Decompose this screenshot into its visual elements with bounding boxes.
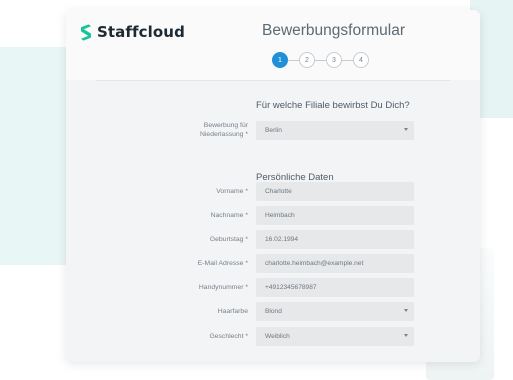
gender-label: Geschlecht * [209, 333, 248, 340]
gender-value: Weiblich [265, 333, 290, 340]
brand-logo: Staffcloud [80, 23, 185, 41]
step-1[interactable]: 1 [272, 52, 288, 68]
mobile-row: Handynummer * +4912345678987 [66, 278, 480, 297]
hair-color-row: Haarfarbe Blond [66, 302, 480, 321]
step-3[interactable]: 3 [326, 52, 342, 68]
email-row: E-Mail Adresse * charlotte.heimbach@exam… [66, 254, 480, 273]
form-title: Bewerbungsformular [262, 22, 406, 39]
brand-name: Staffcloud [97, 23, 185, 41]
birthday-label: Geburtstag * [209, 236, 248, 243]
email-label: E-Mail Adresse * [197, 260, 248, 267]
step-connector [315, 59, 326, 61]
mobile-input[interactable]: +4912345678987 [256, 278, 414, 297]
email-input[interactable]: charlotte.heimbach@example.net [256, 254, 414, 273]
first-name-row: Vorname * Charlotte [66, 182, 480, 201]
gender-select[interactable]: Weiblich [256, 327, 414, 346]
birthday-input[interactable]: 16.02.1994 [256, 230, 414, 249]
chevron-down-icon [404, 128, 408, 131]
hair-color-value: Blond [265, 308, 282, 315]
last-name-input[interactable]: Heimbach [256, 206, 414, 225]
branch-section-title: Für welche Filiale bewirbst Du Dich? [256, 100, 410, 111]
step-indicator: 1 2 3 4 [272, 52, 369, 68]
form-header [66, 10, 480, 80]
background-accent-left [0, 47, 70, 265]
hair-color-label: Haarfarbe [217, 308, 248, 315]
first-name-label: Vorname * [216, 188, 248, 195]
step-4[interactable]: 4 [353, 52, 369, 68]
mobile-label: Handynummer * [198, 284, 248, 291]
branch-value: Berlin [265, 127, 282, 134]
branch-row: Bewerbung für Niederlassung * Berlin [66, 121, 480, 140]
staffcloud-s-logo-icon [81, 23, 91, 41]
hair-color-select[interactable]: Blond [256, 302, 414, 321]
branch-select[interactable]: Berlin [256, 121, 414, 140]
branch-label: Bewerbung für Niederlassung * [200, 122, 248, 138]
application-form-card: Staffcloud Bewerbungsformular 1 2 3 4 Fü… [66, 10, 480, 362]
birthday-row: Geburtstag * 16.02.1994 [66, 230, 480, 249]
header-divider [96, 80, 450, 81]
first-name-input[interactable]: Charlotte [256, 182, 414, 201]
chevron-down-icon [404, 309, 408, 312]
gender-row: Geschlecht * Weiblich [66, 327, 480, 346]
last-name-label: Nachname * [210, 212, 248, 219]
last-name-row: Nachname * Heimbach [66, 206, 480, 225]
step-connector [288, 59, 299, 61]
step-connector [342, 59, 353, 61]
chevron-down-icon [404, 334, 408, 337]
step-2[interactable]: 2 [299, 52, 315, 68]
